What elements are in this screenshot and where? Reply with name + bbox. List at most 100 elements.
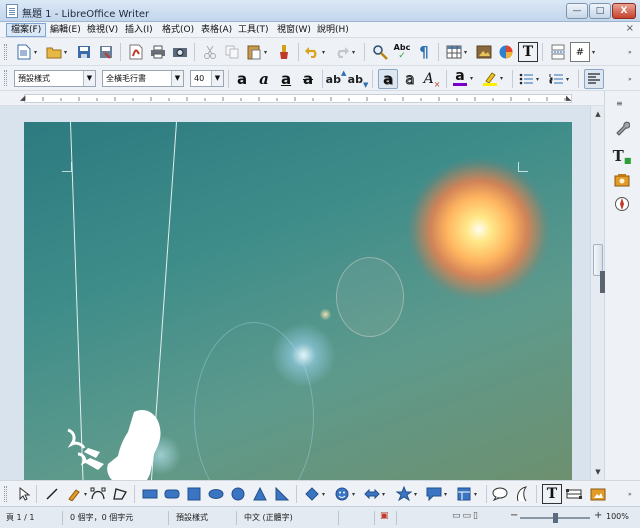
new-document-icon[interactable] [14,42,34,62]
undo-icon[interactable] [302,42,322,62]
redo-icon[interactable] [332,42,352,62]
menu-insert[interactable]: 插入(I) [121,23,157,37]
view-layout-icon[interactable]: ▭▭▯ [452,511,480,521]
page-background-image[interactable] [24,122,572,480]
polygon-icon[interactable] [110,484,130,504]
flowchart-dropdown-icon[interactable]: ▾ [474,484,480,504]
toolbar-grip[interactable] [4,70,7,86]
styles-icon[interactable]: T ■ [613,147,632,165]
font-size-combo[interactable]: 40 ▼ [190,70,224,87]
chevron-down-icon[interactable]: ▼ [83,71,95,86]
scroll-up-icon[interactable]: ▲ [592,108,604,120]
rectangle-icon[interactable] [140,484,160,504]
block-arrows-dropdown-icon[interactable]: ▾ [382,484,388,504]
properties-icon[interactable] [613,119,631,137]
insert-field-icon[interactable]: # [570,42,590,62]
menu-file[interactable]: 檔案(F) [6,23,47,37]
underline-icon[interactable]: a [276,69,296,89]
basic-shapes-icon[interactable] [302,484,322,504]
toolbar-overflow-icon[interactable]: » [628,484,634,504]
spelling-icon[interactable]: Abc ✓ [392,42,412,62]
print-icon[interactable] [148,42,168,62]
open-dropdown-icon[interactable]: ▾ [64,42,70,62]
redo-dropdown-icon[interactable]: ▾ [352,42,358,62]
square-icon[interactable] [184,484,204,504]
save-as-icon[interactable] [96,42,116,62]
numbering-dropdown-icon[interactable]: ▾ [566,69,572,89]
callouts-icon[interactable] [424,484,444,504]
scroll-down-icon[interactable]: ▼ [592,466,604,478]
clone-formatting-icon[interactable] [274,42,294,62]
minimize-button[interactable]: — [566,3,588,19]
sidebar-collapse-handle[interactable] [600,271,605,293]
insert-field-dropdown-icon[interactable]: ▾ [592,42,598,62]
word-count[interactable]: 0 個字，0 個字元 [70,512,133,523]
ellipse-icon[interactable] [206,484,226,504]
chevron-down-icon[interactable]: ▼ [211,71,223,86]
document-area[interactable] [0,106,604,480]
menu-tools[interactable]: 工具(T) [234,23,273,37]
insert-frame-icon[interactable] [564,484,584,504]
callouts-dropdown-icon[interactable]: ▾ [444,484,450,504]
rounded-rectangle-icon[interactable] [162,484,182,504]
toolbar-overflow-icon[interactable]: » [628,42,634,62]
block-arrows-icon[interactable] [362,484,382,504]
symbol-shapes-dropdown-icon[interactable]: ▾ [352,484,358,504]
insert-image-frame-icon[interactable] [588,484,608,504]
select-arrow-icon[interactable] [14,484,34,504]
open-folder-icon[interactable] [44,42,64,62]
insert-table-dropdown-icon[interactable]: ▾ [464,42,470,62]
curve-icon[interactable] [88,484,108,504]
paste-dropdown-icon[interactable]: ▾ [264,42,270,62]
right-triangle-icon[interactable] [272,484,292,504]
toolbar-grip[interactable] [4,44,7,60]
export-pdf-icon[interactable] [126,42,146,62]
undo-dropdown-icon[interactable]: ▾ [322,42,328,62]
bullets-icon[interactable] [516,69,536,89]
bold-icon[interactable]: a [232,69,252,89]
menu-format[interactable]: 格式(O) [158,23,198,37]
line-icon[interactable] [42,484,62,504]
insert-table-icon[interactable] [444,42,464,62]
basic-shapes-dropdown-icon[interactable]: ▾ [322,484,328,504]
callout-round-icon[interactable] [490,484,510,504]
close-document-icon[interactable]: × [626,23,634,34]
formatting-marks-icon[interactable]: ¶ [414,42,434,62]
outline-font-icon[interactable]: a [400,69,420,89]
numbering-icon[interactable] [546,69,566,89]
strikethrough-icon[interactable]: a [298,69,318,89]
clear-formatting-icon[interactable]: A × [422,69,442,89]
chevron-down-icon[interactable]: ▼ [171,71,183,86]
print-preview-icon[interactable] [170,42,190,62]
right-indent-marker-icon[interactable]: ◣ [566,94,571,102]
menu-help[interactable]: 說明(H) [313,23,353,37]
find-replace-icon[interactable] [370,42,390,62]
font-name-combo[interactable]: 全橫毛行書 ▼ [102,70,184,87]
insert-fontwork-icon[interactable] [512,484,532,504]
freeform-line-icon[interactable] [64,484,84,504]
triangle-icon[interactable] [250,484,270,504]
shadow-icon[interactable]: a [378,69,398,89]
symbol-shapes-icon[interactable] [332,484,352,504]
circle-icon[interactable] [228,484,248,504]
menu-view[interactable]: 檢視(V) [83,23,122,37]
stars-dropdown-icon[interactable]: ▾ [414,484,420,504]
subscript-icon[interactable]: ab ▼ [348,69,369,90]
align-left-icon[interactable] [584,69,604,89]
page-break-icon[interactable] [548,42,568,62]
paragraph-style-combo[interactable]: 預設樣式 ▼ [14,70,96,87]
zoom-level[interactable]: 100% [606,512,629,521]
highlighting-icon[interactable] [480,68,500,88]
gallery-icon[interactable] [613,171,631,189]
zoom-out-icon[interactable]: − [510,510,518,521]
new-dropdown-icon[interactable]: ▾ [34,42,40,62]
menu-window[interactable]: 視窗(W) [273,23,315,37]
font-color-dropdown-icon[interactable]: ▾ [470,68,476,88]
zoom-slider-thumb[interactable] [553,513,558,523]
italic-icon[interactable]: a [254,69,274,89]
left-indent-marker-icon[interactable]: ◢ [20,94,25,102]
paste-icon[interactable] [244,42,264,62]
flowchart-icon[interactable] [454,484,474,504]
menu-table[interactable]: 表格(A) [197,23,236,37]
save-icon[interactable] [74,42,94,62]
